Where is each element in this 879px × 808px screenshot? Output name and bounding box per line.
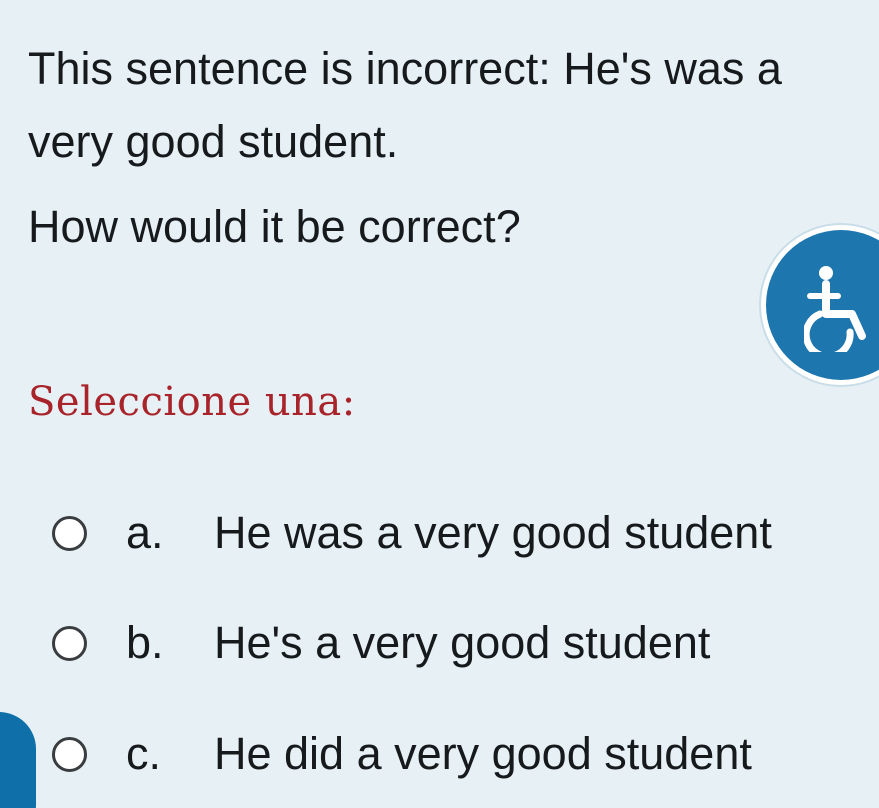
option-letter-c: c. — [126, 728, 162, 779]
question-text: This sentence is incorrect: He's was a v… — [28, 43, 782, 167]
option-letter-a: a. — [126, 507, 164, 558]
radio-button-c[interactable] — [52, 736, 87, 772]
option-b[interactable]: b. He's a very good student — [52, 613, 710, 673]
accessibility-icon — [804, 266, 866, 352]
option-c[interactable]: c. He did a very good student — [52, 724, 752, 784]
option-label-a: He was a very good student — [214, 507, 772, 558]
select-prompt: Seleccione una: — [28, 379, 356, 425]
radio-button-a[interactable] — [52, 515, 87, 551]
accessibility-button[interactable] — [766, 230, 879, 380]
question-subtext: How would it be correct? — [28, 201, 521, 252]
radio-button-b[interactable] — [52, 625, 87, 661]
side-drawer-tab[interactable] — [0, 712, 36, 808]
option-label-c: He did a very good student — [214, 728, 752, 779]
option-a[interactable]: a. He was a very good student — [52, 503, 772, 563]
option-label-b: He's a very good student — [214, 617, 711, 668]
option-letter-b: b. — [126, 617, 164, 668]
